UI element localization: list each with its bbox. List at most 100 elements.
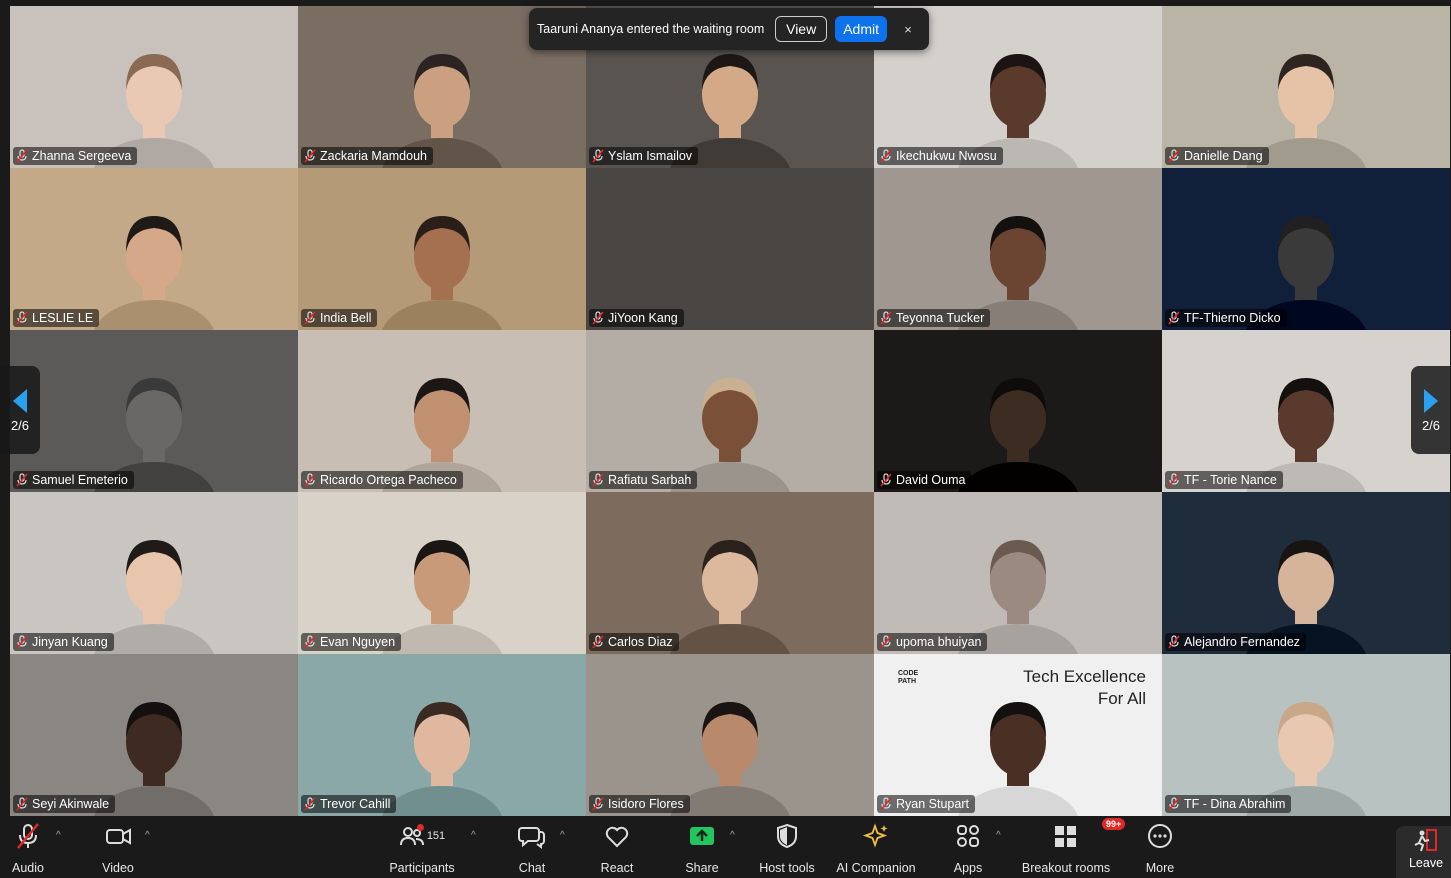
- page-indicator-right: 2/6: [1421, 417, 1441, 433]
- participant-tile[interactable]: TF - Torie Nance: [1162, 330, 1450, 492]
- participant-tile[interactable]: Evan Nguyen: [298, 492, 586, 654]
- previous-page-button[interactable]: 2/6: [0, 366, 40, 454]
- participant-name: Zhanna Sergeeva: [32, 149, 132, 163]
- muted-mic-icon: [880, 149, 892, 163]
- react-button[interactable]: React: [598, 816, 636, 878]
- breakout-rooms-button[interactable]: 99+ Breakout rooms: [1020, 816, 1126, 878]
- participants-options-caret[interactable]: ^: [471, 830, 476, 841]
- participant-tile[interactable]: Jinyan Kuang: [10, 492, 298, 654]
- apps-button[interactable]: Apps: [950, 816, 986, 878]
- video-button[interactable]: Video: [100, 816, 136, 878]
- participant-video-figure: [93, 216, 215, 330]
- participant-name-tag: Isidoro Flores: [589, 795, 690, 813]
- participant-tile[interactable]: LESLIE LE: [10, 168, 298, 330]
- muted-mic-icon: [16, 473, 28, 487]
- participant-tile[interactable]: TF-Thierno Dicko: [1162, 168, 1450, 330]
- participant-tile[interactable]: upoma bhuiyan: [874, 492, 1162, 654]
- audio-label: Audio: [12, 861, 44, 875]
- ai-companion-button[interactable]: AI Companion: [834, 816, 918, 878]
- participant-tile[interactable]: TF - Dina Abrahim: [1162, 654, 1450, 816]
- muted-mic-icon: [592, 311, 604, 325]
- participant-tile[interactable]: Tech Excellence For All CODE PATH Ryan Stu…: [874, 654, 1162, 816]
- participant-name-tag: TF - Torie Nance: [1165, 471, 1283, 489]
- share-options-caret[interactable]: ^: [730, 830, 735, 841]
- participant-tile[interactable]: JiYoon Kang: [586, 168, 874, 330]
- participant-name-tag: Teyonna Tucker: [877, 309, 991, 327]
- participant-name: Jinyan Kuang: [32, 635, 108, 649]
- participant-name-tag: Zackaria Mamdouh: [301, 147, 433, 165]
- participants-label: Participants: [389, 861, 455, 875]
- audio-button[interactable]: Audio: [10, 816, 46, 878]
- participant-name-tag: Jinyan Kuang: [13, 633, 114, 651]
- participant-name: JiYoon Kang: [608, 311, 678, 325]
- more-button[interactable]: More: [1142, 816, 1178, 878]
- participant-tile[interactable]: Rafiatu Sarbah: [586, 330, 874, 492]
- leave-label: Leave: [1408, 856, 1444, 870]
- next-page-button[interactable]: 2/6: [1411, 366, 1451, 454]
- video-options-caret[interactable]: ^: [145, 830, 150, 841]
- participant-tile[interactable]: Teyonna Tucker: [874, 168, 1162, 330]
- muted-mic-icon: [16, 149, 28, 163]
- participant-name: LESLIE LE: [32, 311, 94, 325]
- page-indicator-left: 2/6: [10, 417, 30, 433]
- arrow-right-icon: [1424, 388, 1438, 413]
- more-label: More: [1145, 861, 1175, 875]
- leave-door-icon: [1414, 829, 1437, 852]
- muted-mic-icon: [304, 149, 316, 163]
- participant-tile[interactable]: Zhanna Sergeeva: [10, 6, 298, 168]
- participant-name: Evan Nguyen: [320, 635, 396, 649]
- participant-name-tag: Evan Nguyen: [301, 633, 402, 651]
- participant-name: TF-Thierno Dicko: [1184, 311, 1281, 325]
- muted-mic-icon: [880, 635, 892, 649]
- participant-name-tag: Danielle Dang: [1165, 147, 1269, 165]
- breakout-rooms-icon: [1055, 826, 1076, 847]
- participant-tile[interactable]: Ricardo Ortega Pacheco: [298, 330, 586, 492]
- audio-options-caret[interactable]: ^: [56, 830, 61, 841]
- participant-tile[interactable]: Isidoro Flores: [586, 654, 874, 816]
- participant-tile[interactable]: Carlos Diaz: [586, 492, 874, 654]
- participant-name: India Bell: [320, 311, 372, 325]
- participant-name: Trevor Cahill: [320, 797, 391, 811]
- participant-tile[interactable]: Seyi Akinwale: [10, 654, 298, 816]
- share-label: Share: [685, 861, 719, 875]
- participant-name: Yslam Ismailov: [608, 149, 693, 163]
- arrow-left-icon: [13, 388, 27, 413]
- chat-button[interactable]: Chat: [514, 816, 550, 878]
- participant-tile[interactable]: India Bell: [298, 168, 586, 330]
- muted-mic-icon: [592, 473, 604, 487]
- muted-mic-icon: [592, 635, 604, 649]
- participant-name-tag: Samuel Emeterio: [13, 471, 134, 489]
- muted-mic-icon: [1168, 473, 1180, 487]
- participant-tile[interactable]: Samuel Emeterio: [10, 330, 298, 492]
- admit-button[interactable]: Admit: [835, 16, 887, 42]
- apps-options-caret[interactable]: ^: [996, 830, 1001, 841]
- participants-count: 151: [426, 830, 446, 842]
- host-tools-label: Host tools: [759, 861, 815, 875]
- participants-button[interactable]: 151 Participants: [388, 816, 456, 878]
- participant-tile[interactable]: Alejandro Fernandez: [1162, 492, 1450, 654]
- view-button[interactable]: View: [775, 16, 828, 42]
- participant-tile[interactable]: Trevor Cahill: [298, 654, 586, 816]
- muted-mic-icon: [880, 797, 892, 811]
- codepath-logo: CODE PATH: [898, 670, 919, 685]
- host-tools-button[interactable]: Host tools: [757, 816, 817, 878]
- shield-icon: [777, 823, 797, 849]
- participant-tile[interactable]: David Ouma: [874, 330, 1162, 492]
- participant-name: Carlos Diaz: [608, 635, 673, 649]
- participant-name-tag: Zhanna Sergeeva: [13, 147, 138, 165]
- muted-mic-icon: [16, 311, 28, 325]
- chat-options-caret[interactable]: ^: [560, 830, 565, 841]
- participant-name-tag: TF - Dina Abrahim: [1165, 795, 1292, 813]
- waiting-room-notification: Taaruni Ananya entered the waiting room …: [529, 8, 929, 50]
- muted-mic-icon: [304, 311, 316, 325]
- leave-button[interactable]: Leave: [1396, 826, 1451, 878]
- muted-mic-icon: [304, 473, 316, 487]
- close-icon[interactable]: ×: [895, 22, 921, 37]
- participant-name: Zackaria Mamdouh: [320, 149, 427, 163]
- video-camera-icon: [106, 828, 131, 845]
- participant-name: Danielle Dang: [1184, 149, 1263, 163]
- participant-name: Rafiatu Sarbah: [608, 473, 692, 487]
- participant-tile[interactable]: Danielle Dang: [1162, 6, 1450, 168]
- participant-name-tag: LESLIE LE: [13, 309, 100, 327]
- share-button[interactable]: Share: [684, 816, 720, 878]
